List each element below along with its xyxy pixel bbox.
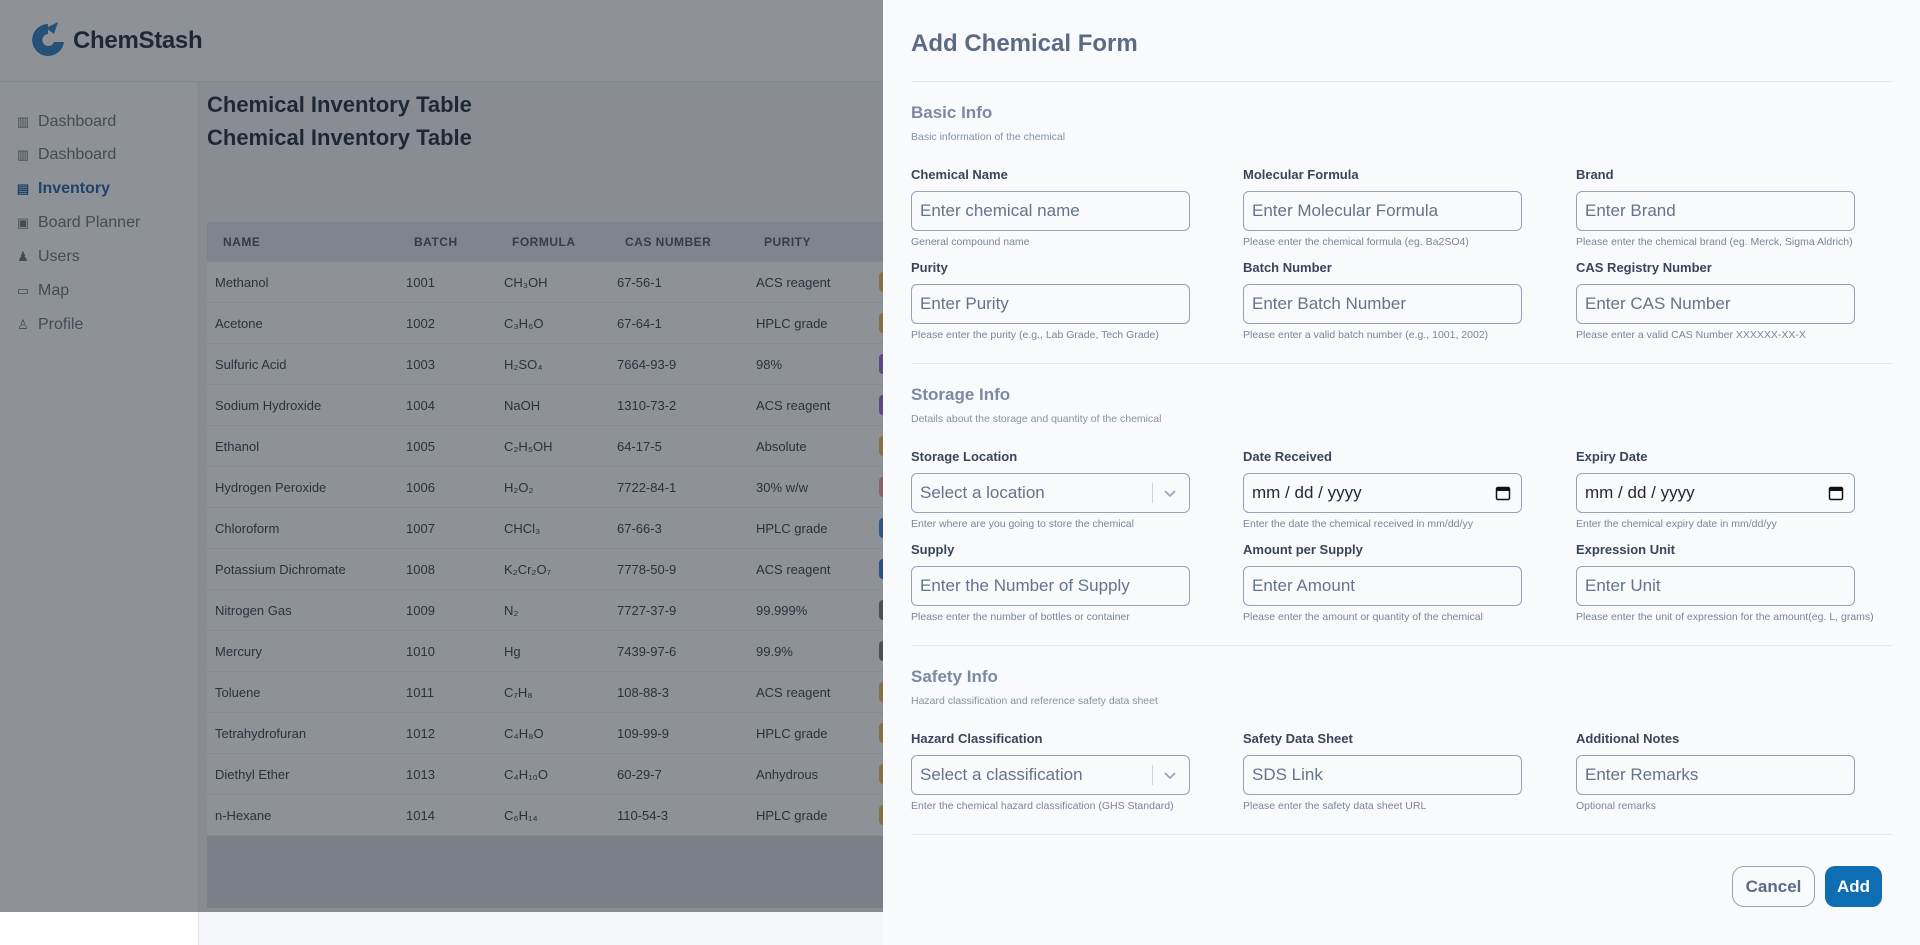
help-molecular-formula: Please enter the chemical formula (eg. B… xyxy=(1243,236,1469,248)
select-placeholder: Select a location xyxy=(920,483,1045,502)
chevron-down-icon[interactable] xyxy=(1161,765,1179,785)
section-title-basic-info: Basic Info xyxy=(911,103,993,122)
help-supply: Please enter the number of bottles or co… xyxy=(911,611,1130,623)
batch-number-input[interactable]: Enter Batch Number xyxy=(1243,284,1522,324)
label-expiry-date: Expiry Date xyxy=(1576,449,1648,464)
sds-link-input[interactable]: SDS Link xyxy=(1243,755,1522,795)
help-purity: Please enter the purity (e.g., Lab Grade… xyxy=(911,329,1159,341)
divider xyxy=(911,834,1893,835)
help-batch-number: Please enter a valid batch number (e.g.,… xyxy=(1243,329,1489,341)
help-additional-notes: Optional remarks xyxy=(1576,800,1656,812)
divider xyxy=(911,363,1893,364)
add-button[interactable]: Add xyxy=(1825,866,1882,907)
calendar-icon[interactable] xyxy=(1495,485,1511,501)
storage-location-select[interactable]: Select a location xyxy=(911,473,1190,513)
label-batch-number: Batch Number xyxy=(1243,260,1332,275)
date-value: mm / dd / yyyy xyxy=(1252,483,1362,502)
supply-input[interactable]: Enter the Number of Supply xyxy=(911,566,1190,606)
label-supply: Supply xyxy=(911,542,955,557)
help-amount-per-supply: Please enter the amount or quantity of t… xyxy=(1243,611,1483,623)
brand-input[interactable]: Enter Brand xyxy=(1576,191,1855,231)
label-expression-unit: Expression Unit xyxy=(1576,542,1675,557)
help-brand: Please enter the chemical brand (eg. Mer… xyxy=(1576,236,1853,248)
chemical-name-input[interactable]: Enter chemical name xyxy=(911,191,1190,231)
section-title-storage-info: Storage Info xyxy=(911,385,1011,404)
help-expression-unit: Please enter the unit of expression for … xyxy=(1576,611,1874,623)
label-purity: Purity xyxy=(911,260,948,275)
label-amount-per-supply: Amount per Supply xyxy=(1243,542,1363,557)
select-placeholder: Select a classification xyxy=(920,765,1083,784)
label-chemical-name: Chemical Name xyxy=(911,167,1008,182)
label-safety-data-sheet: Safety Data Sheet xyxy=(1243,731,1353,746)
calendar-icon[interactable] xyxy=(1828,485,1844,501)
date-received-input[interactable]: mm / dd / yyyy xyxy=(1243,473,1522,513)
purity-input[interactable]: Enter Purity xyxy=(911,284,1190,324)
section-desc-storage-info: Details about the storage and quantity o… xyxy=(911,413,1162,425)
section-title-safety-info: Safety Info xyxy=(911,667,998,686)
amount-per-supply-input[interactable]: Enter Amount xyxy=(1243,566,1522,606)
label-brand: Brand xyxy=(1576,167,1614,182)
help-safety-data-sheet: Please enter the safety data sheet URL xyxy=(1243,800,1427,812)
help-chemical-name: General compound name xyxy=(911,236,1030,248)
date-value: mm / dd / yyyy xyxy=(1585,483,1695,502)
label-date-received: Date Received xyxy=(1243,449,1332,464)
chevron-down-icon[interactable] xyxy=(1161,483,1179,503)
label-additional-notes: Additional Notes xyxy=(1576,731,1680,746)
help-cas-number: Please enter a valid CAS Number XXXXXX-X… xyxy=(1576,329,1806,341)
divider xyxy=(911,81,1893,82)
remarks-input[interactable]: Enter Remarks xyxy=(1576,755,1855,795)
help-storage-location: Enter where are you going to store the c… xyxy=(911,518,1134,530)
label-hazard-classification: Hazard Classification xyxy=(911,731,1043,746)
form-title: Add Chemical Form xyxy=(911,30,1138,57)
select-separator xyxy=(1152,483,1153,503)
section-desc-basic-info: Basic information of the chemical xyxy=(911,131,1066,143)
molecular-formula-input[interactable]: Enter Molecular Formula xyxy=(1243,191,1522,231)
divider xyxy=(911,645,1893,646)
expression-unit-input[interactable]: Enter Unit xyxy=(1576,566,1855,606)
label-storage-location: Storage Location xyxy=(911,449,1018,464)
label-molecular-formula: Molecular Formula xyxy=(1243,167,1359,182)
cas-number-input[interactable]: Enter CAS Number xyxy=(1576,284,1855,324)
label-cas-number: CAS Registry Number xyxy=(1576,260,1712,275)
help-date-received: Enter the date the chemical received in … xyxy=(1243,518,1473,530)
help-hazard-classification: Enter the chemical hazard classification… xyxy=(911,800,1174,812)
hazard-classification-select[interactable]: Select a classification xyxy=(911,755,1190,795)
select-separator xyxy=(1152,765,1153,785)
section-desc-safety-info: Hazard classification and reference safe… xyxy=(911,695,1158,707)
cancel-button[interactable]: Cancel xyxy=(1732,866,1815,907)
expiry-date-input[interactable]: mm / dd / yyyy xyxy=(1576,473,1855,513)
page-bottom-strip-sidebar xyxy=(0,912,199,945)
add-chemical-drawer: Add Chemical Form Basic Info Basic infor… xyxy=(883,0,1920,945)
help-expiry-date: Enter the chemical expiry date in mm/dd/… xyxy=(1576,518,1777,530)
